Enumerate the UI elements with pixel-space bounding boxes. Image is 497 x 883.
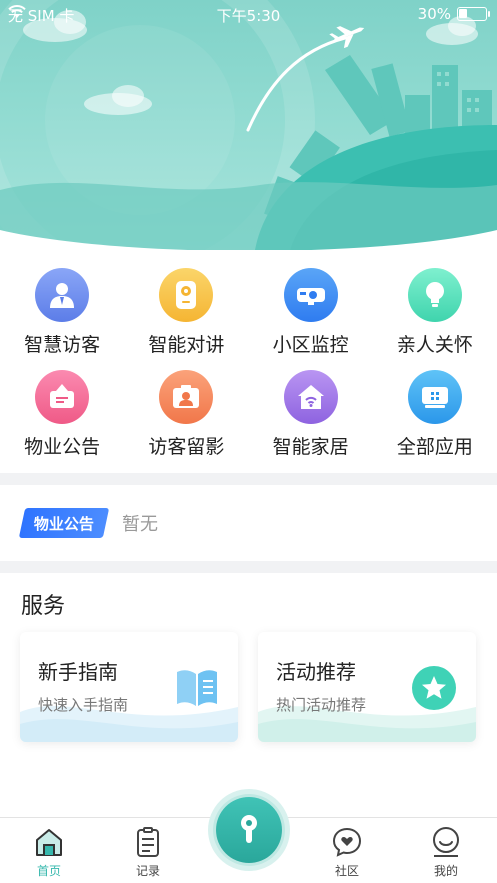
all-apps-icon <box>407 370 462 424</box>
key-button-inner <box>216 797 282 863</box>
tab-label: 我的 <box>433 864 458 878</box>
app-smart-home[interactable]: 智能家居 <box>249 364 373 460</box>
tab-community[interactable]: 社区 <box>312 826 382 879</box>
app-all-apps[interactable]: 全部应用 <box>373 364 497 460</box>
app-smart-visitor[interactable]: 智慧访客 <box>0 262 124 358</box>
unlock-key-button[interactable] <box>208 789 290 871</box>
tab-home[interactable]: 首页 <box>14 826 84 879</box>
battery-percent: 30% <box>417 5 451 23</box>
app-property-notice[interactable]: 物业公告 <box>0 364 124 460</box>
tab-profile[interactable]: 我的 <box>411 826 481 879</box>
bulb-icon <box>407 268 462 322</box>
app-label: 智能家居 <box>272 436 349 458</box>
records-icon <box>137 827 159 857</box>
tab-label: 社区 <box>334 864 359 878</box>
card-title: 新手指南 <box>38 660 118 684</box>
star-icon <box>410 664 458 716</box>
notice-icon <box>35 370 90 424</box>
app-label: 访客留影 <box>148 436 225 458</box>
app-visitor-photo[interactable]: 访客留影 <box>124 364 248 460</box>
profile-icon <box>433 827 459 857</box>
app-label: 物业公告 <box>24 436 101 458</box>
app-label: 小区监控 <box>272 334 349 356</box>
app-family-care[interactable]: 亲人关怀 <box>373 262 497 358</box>
hero-banner: 无 SIM 卡 下午5:30 30% <box>0 0 497 250</box>
tab-records[interactable]: 记录 <box>113 826 183 879</box>
guide-card[interactable]: 新手指南 快速入手指南 <box>20 632 238 742</box>
notice-tag: 物业公告 <box>18 508 110 538</box>
section-divider <box>0 561 497 573</box>
card-subtitle: 热门活动推荐 <box>276 696 367 714</box>
community-icon <box>332 827 362 857</box>
photo-icon <box>159 370 214 424</box>
key-icon <box>241 815 257 843</box>
status-bar: 无 SIM 卡 下午5:30 30% <box>0 0 497 28</box>
section-divider <box>0 473 497 485</box>
app-community-monitor[interactable]: 小区监控 <box>249 262 373 358</box>
activity-card[interactable]: 活动推荐 热门活动推荐 <box>258 632 476 742</box>
home-icon <box>36 829 62 856</box>
tab-label: 首页 <box>36 864 61 878</box>
card-title: 活动推荐 <box>276 660 356 684</box>
app-smart-intercom[interactable]: 智能对讲 <box>124 262 248 358</box>
visitor-icon <box>35 268 90 322</box>
battery-icon <box>457 7 490 21</box>
app-grid: 智慧访客 智能对讲 小区监控 亲人关怀 物业公告 访客留影 智能家居 全部应用 <box>0 262 497 460</box>
app-label: 智慧访客 <box>24 334 101 356</box>
smart-home-icon <box>283 370 338 424</box>
notice-bar[interactable]: 物业公告 暂无 <box>0 485 497 561</box>
book-icon <box>174 664 220 714</box>
intercom-icon <box>159 268 214 322</box>
card-subtitle: 快速入手指南 <box>38 696 129 714</box>
app-label: 全部应用 <box>396 436 473 458</box>
hero-illustration <box>0 0 497 250</box>
tab-label: 记录 <box>135 864 160 878</box>
camera-icon <box>283 268 338 322</box>
app-label: 亲人关怀 <box>396 334 473 356</box>
services-title: 服务 <box>21 594 66 619</box>
app-label: 智能对讲 <box>148 334 225 356</box>
notice-text: 暂无 <box>122 514 159 535</box>
